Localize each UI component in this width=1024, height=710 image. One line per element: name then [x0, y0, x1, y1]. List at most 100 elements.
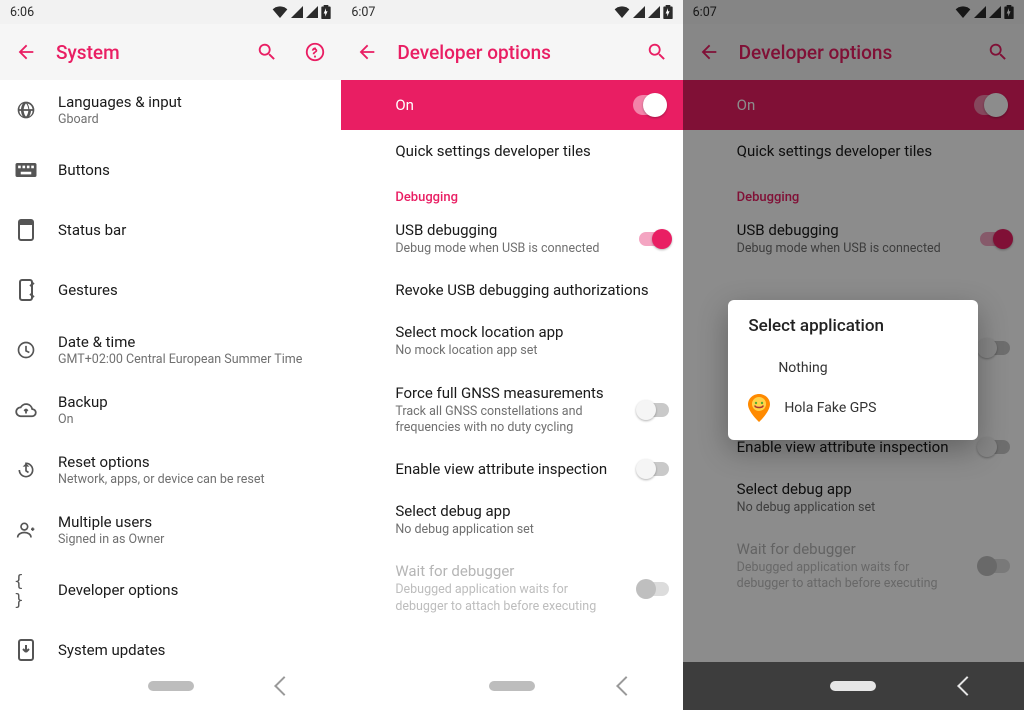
help-icon [304, 41, 326, 63]
navigation-bar [683, 662, 1024, 710]
braces-icon: { } [14, 571, 38, 609]
row-title: Select debug app [395, 502, 666, 520]
switch-on-icon [633, 95, 667, 115]
dialog-option-nothing[interactable]: Nothing [748, 348, 958, 388]
row-title: Force full GNSS measurements [395, 384, 666, 402]
row-debug-app[interactable]: Select debug app No debug application se… [341, 490, 682, 550]
list-item-label: Date & time [58, 333, 302, 351]
list-item-buttons[interactable]: Buttons [0, 140, 341, 200]
update-icon [18, 639, 34, 661]
row-title: Select mock location app [395, 323, 666, 341]
row-mock-location[interactable]: Select mock location app No mock locatio… [341, 311, 682, 371]
switch-off-icon[interactable] [639, 462, 669, 476]
arrow-left-icon [356, 41, 378, 63]
list-item-users[interactable]: Multiple usersSigned in as Owner [0, 500, 341, 560]
help-button[interactable] [297, 34, 333, 70]
battery-icon [663, 5, 673, 19]
status-bar: 6:07 [341, 0, 682, 24]
list-item-label: Developer options [58, 581, 178, 599]
search-icon [646, 41, 668, 63]
list-item-sub: GMT+02:00 Central European Summer Time [58, 352, 302, 367]
row-title: Revoke USB debugging authorizations [395, 281, 666, 299]
status-icons [272, 5, 331, 19]
dialog-option-label: Nothing [778, 360, 827, 376]
list-item-label: Status bar [58, 221, 126, 239]
nav-home[interactable] [796, 681, 910, 691]
list-item-sub: On [58, 412, 108, 427]
search-button[interactable] [249, 34, 285, 70]
row-quick-tiles[interactable]: Quick settings developer tiles [341, 130, 682, 172]
list-item-developer[interactable]: { } Developer options [0, 560, 341, 620]
gestures-icon [16, 279, 36, 301]
phone-rect-icon [18, 219, 34, 241]
system-list: Languages & inputGboard Buttons Status b… [0, 80, 341, 662]
switch-off-icon[interactable] [639, 403, 669, 417]
wifi-icon [272, 6, 288, 18]
row-revoke-usb[interactable]: Revoke USB debugging authorizations [341, 269, 682, 311]
list-item-gestures[interactable]: Gestures [0, 260, 341, 320]
list-item-sub: Signed in as Owner [58, 532, 164, 547]
list-item-label: Reset options [58, 453, 265, 471]
nav-back[interactable] [569, 679, 683, 693]
developer-list: On Quick settings developer tiles Debugg… [341, 80, 682, 662]
signal-icon [291, 6, 303, 18]
row-gnss[interactable]: Force full GNSS measurements Track all G… [341, 372, 682, 449]
nav-back[interactable] [910, 679, 1024, 693]
switch-on-icon[interactable] [639, 232, 669, 246]
list-item-backup[interactable]: BackupOn [0, 380, 341, 440]
search-icon [256, 41, 278, 63]
list-item-updates[interactable]: System updates [0, 620, 341, 662]
wifi-icon [614, 6, 630, 18]
list-item-statusbar[interactable]: Status bar [0, 200, 341, 260]
select-application-dialog: Select application Nothing Hola Fake GPS [728, 300, 978, 440]
globe-icon [16, 100, 36, 120]
row-title: USB debugging [395, 221, 666, 239]
signal-icon [633, 6, 645, 18]
row-title: Wait for debugger [395, 562, 666, 580]
master-toggle-label: On [395, 96, 414, 114]
phone-system-settings: 6:06 System Languages & inputGboard Butt… [0, 0, 341, 710]
list-item-label: Languages & input [58, 93, 182, 111]
list-item-reset[interactable]: Reset optionsNetwork, apps, or device ca… [0, 440, 341, 500]
list-item-sub: Network, apps, or device can be reset [58, 472, 265, 487]
master-toggle-row[interactable]: On [341, 80, 682, 130]
phone-developer-options: 6:07 Developer options On Quick settings… [341, 0, 682, 710]
status-clock: 6:07 [351, 5, 375, 20]
list-item-languages[interactable]: Languages & inputGboard [0, 80, 341, 140]
navigation-bar [341, 662, 682, 710]
keyboard-icon [15, 163, 37, 177]
row-title: Quick settings developer tiles [395, 142, 666, 160]
list-item-datetime[interactable]: Date & timeGMT+02:00 Central European Su… [0, 320, 341, 380]
page-title: Developer options [397, 41, 626, 64]
row-sub: No debug application set [395, 522, 666, 538]
row-sub: Debugged application waits for debugger … [395, 582, 666, 615]
status-icons [614, 5, 673, 19]
list-item-label: Backup [58, 393, 108, 411]
nav-home[interactable] [114, 681, 228, 691]
page-title: System [56, 41, 237, 64]
row-sub: Debug mode when USB is connected [395, 241, 666, 257]
row-usb-debugging[interactable]: USB debugging Debug mode when USB is con… [341, 209, 682, 269]
battery-icon [321, 5, 331, 19]
app-bar: Developer options [341, 24, 682, 80]
app-bar: System [0, 24, 341, 80]
back-button[interactable] [349, 34, 385, 70]
search-button[interactable] [639, 34, 675, 70]
switch-disabled-icon [639, 582, 669, 596]
dialog-option-hola[interactable]: Hola Fake GPS [748, 388, 958, 428]
list-item-sub: Gboard [58, 112, 182, 127]
section-debugging: Debugging [341, 172, 682, 209]
status-bar: 6:06 [0, 0, 341, 24]
nav-home[interactable] [455, 681, 569, 691]
nav-back[interactable] [228, 679, 342, 693]
user-icon [16, 520, 36, 540]
status-clock: 6:06 [10, 5, 34, 20]
map-pin-icon [748, 394, 770, 422]
row-view-inspect[interactable]: Enable view attribute inspection [341, 448, 682, 490]
back-button[interactable] [8, 34, 44, 70]
dialog-title: Select application [748, 316, 958, 336]
list-item-label: Multiple users [58, 513, 164, 531]
restore-icon [16, 460, 36, 480]
row-sub: No mock location app set [395, 343, 666, 359]
row-sub: Track all GNSS constellations and freque… [395, 404, 666, 437]
